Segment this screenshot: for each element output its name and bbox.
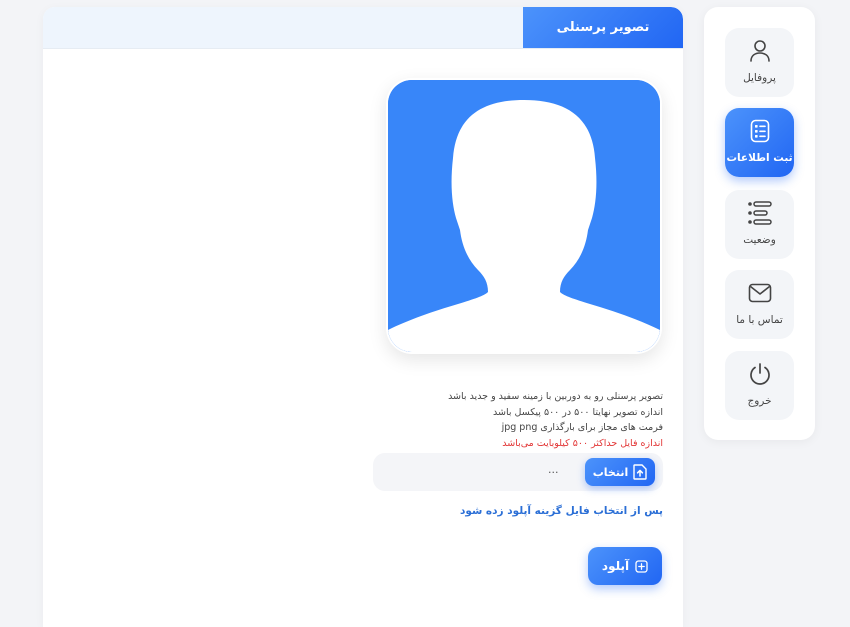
person-silhouette-icon [388, 80, 660, 352]
sidebar-item-status[interactable]: وضعیت [725, 190, 794, 259]
size-warning: اندازه فایل حداکثر ۵۰۰ کیلوبایت می‌باشد [502, 437, 663, 449]
user-icon [749, 40, 770, 62]
sidebar-item-label: وضعیت [743, 234, 776, 246]
avatar-frame [386, 78, 662, 354]
upload-button[interactable]: آپلود [588, 547, 662, 585]
sidebar-item-label: تماس با ما [736, 314, 783, 326]
avatar-placeholder [388, 80, 660, 352]
file-upload-icon [633, 464, 647, 480]
sidebar-item-register-info[interactable]: ثبت اطلاعات [725, 108, 794, 177]
upload-hint: پس از انتخاب فایل گزینه آپلود زده شود [459, 505, 663, 517]
sidebar-item-label: ثبت اطلاعات [726, 152, 793, 164]
choose-file-button[interactable]: انتخاب [585, 458, 655, 486]
selected-file-name: ... [548, 463, 559, 476]
sidebar-item-label: خروج [747, 395, 772, 407]
upload-button-label: آپلود [601, 559, 630, 573]
sidebar-item-label: پروفایل [743, 72, 776, 84]
upload-instructions: تصویر پرسنلی رو به دوربین با زمینه سفید … [263, 389, 663, 451]
sidebar: پروفایل ثبت اطلاعات وضعیت تماس با ما خرو… [704, 7, 815, 440]
list-icon [747, 201, 772, 225]
sidebar-item-profile[interactable]: پروفایل [725, 28, 794, 97]
instruction-line: اندازه تصویر نهایتا ۵۰۰ در ۵۰۰ پیکسل باش… [493, 406, 663, 418]
instruction-line: فرمت های مجاز برای بارگذاری jpg png [501, 422, 663, 433]
choose-file-label: انتخاب [592, 465, 629, 479]
sidebar-item-logout[interactable]: خروج [725, 351, 794, 420]
page-title: تصویر پرسنلی [523, 7, 683, 48]
instruction-line: تصویر پرسنلی رو به دوربین با زمینه سفید … [448, 391, 663, 402]
power-icon [749, 363, 770, 385]
mail-icon [748, 283, 771, 303]
form-icon [750, 119, 769, 143]
sidebar-item-contact[interactable]: تماس با ما [725, 270, 794, 339]
card-header: تصویر پرسنلی [43, 7, 683, 49]
plus-square-icon [635, 559, 648, 573]
file-input[interactable]: انتخاب ... [373, 453, 663, 491]
main-card: تصویر پرسنلی تصویر پرسنلی رو به دوربین ب… [43, 7, 683, 627]
